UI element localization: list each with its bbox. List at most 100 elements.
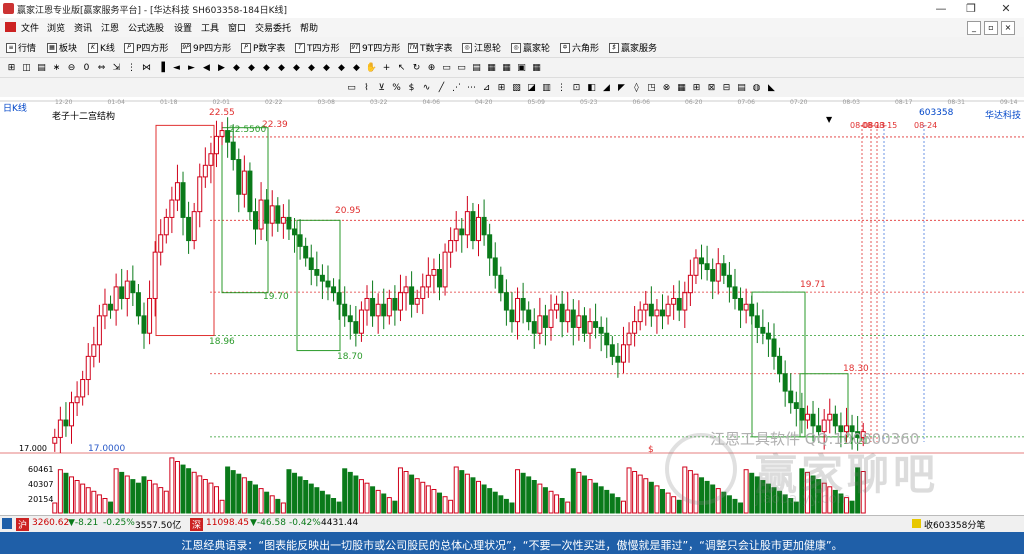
- draw-tool-8-icon[interactable]: ⋮: [125, 61, 138, 74]
- toolbar-9p-square[interactable]: 9P 9P四方形: [181, 41, 231, 54]
- draw-tool-28-icon[interactable]: ⊕: [425, 61, 438, 74]
- indicator-tool-23-icon[interactable]: ⊞: [690, 81, 703, 94]
- indicator-tool-16-icon[interactable]: ◧: [585, 81, 598, 94]
- draw-tool-25-icon[interactable]: +: [380, 61, 393, 74]
- draw-tool-35-icon[interactable]: ▦: [530, 61, 543, 74]
- indicator-tool-15-icon[interactable]: ⊡: [570, 81, 583, 94]
- draw-tool-11-icon[interactable]: ◄: [170, 61, 183, 74]
- draw-tool-19-icon[interactable]: ◆: [290, 61, 303, 74]
- draw-tool-34-icon[interactable]: ▣: [515, 61, 528, 74]
- toolbar-p-square[interactable]: P P四方形: [124, 41, 168, 54]
- toolbar-hexagon[interactable]: ✡ 六角形: [560, 41, 599, 54]
- draw-tool-31-icon[interactable]: ▤: [470, 61, 483, 74]
- draw-tool-29-icon[interactable]: ▭: [440, 61, 453, 74]
- toolbar-winner-wheel[interactable]: ◎ 赢家轮: [511, 41, 550, 54]
- indicator-tool-28-icon[interactable]: ◣: [765, 81, 778, 94]
- status-right-text[interactable]: 收603358分笔: [924, 518, 985, 531]
- indicator-tool-18-icon[interactable]: ◤: [615, 81, 628, 94]
- toolbar-t-table[interactable]: TN T数字表: [408, 41, 453, 54]
- draw-tool-33-icon[interactable]: ▦: [500, 61, 513, 74]
- draw-tool-3-icon[interactable]: ∗: [50, 61, 63, 74]
- draw-tool-17-icon[interactable]: ◆: [260, 61, 273, 74]
- toolbar-service[interactable]: $ 赢家服务: [609, 41, 657, 54]
- draw-tool-27-icon[interactable]: ↻: [410, 61, 423, 74]
- menu-file[interactable]: 文件: [21, 21, 39, 34]
- indicator-tool-8-icon[interactable]: ⋯: [465, 81, 478, 94]
- draw-tool-21-icon[interactable]: ◆: [320, 61, 333, 74]
- indicator-tool-9-icon[interactable]: ⊿: [480, 81, 493, 94]
- draw-tool-15-icon[interactable]: ◆: [230, 61, 243, 74]
- draw-tool-4-icon[interactable]: ⊖: [65, 61, 78, 74]
- mdi-close-button[interactable]: ×: [1001, 21, 1015, 35]
- indicator-tool-25-icon[interactable]: ⊟: [720, 81, 733, 94]
- draw-tool-20-icon[interactable]: ◆: [305, 61, 318, 74]
- indicator-tool-7-icon[interactable]: ⋰: [450, 81, 463, 94]
- indicator-tool-24-icon[interactable]: ⊠: [705, 81, 718, 94]
- mdi-minimize-button[interactable]: _: [967, 21, 981, 35]
- draw-tool-12-icon[interactable]: ►: [185, 61, 198, 74]
- menu-tools[interactable]: 工具: [201, 21, 219, 34]
- draw-tool-22-icon[interactable]: ◆: [335, 61, 348, 74]
- draw-tool-6-icon[interactable]: ⇔: [95, 61, 108, 74]
- draw-tool-5-icon[interactable]: 0: [80, 61, 93, 74]
- indicator-tool-17-icon[interactable]: ◢: [600, 81, 613, 94]
- draw-tool-1-icon[interactable]: ◫: [20, 61, 33, 74]
- chevron-down-icon[interactable]: ▼: [826, 115, 832, 124]
- toolbar-9t-square[interactable]: 9T 9T四方形: [350, 41, 400, 54]
- draw-tool-13-icon[interactable]: ◀: [200, 61, 213, 74]
- menu-help[interactable]: 帮助: [300, 21, 318, 34]
- draw-tool-18-icon[interactable]: ◆: [275, 61, 288, 74]
- menu-trade[interactable]: 交易委托: [255, 21, 291, 34]
- close-button[interactable]: ✕: [991, 0, 1021, 18]
- indicator-tool-22-icon[interactable]: ▦: [675, 81, 688, 94]
- draw-tool-0-icon[interactable]: ⊞: [5, 61, 18, 74]
- draw-tool-24-icon[interactable]: ✋: [365, 61, 378, 74]
- toolbar-p-table[interactable]: P P数字表: [241, 41, 285, 54]
- sz-index[interactable]: 11098.45: [206, 518, 249, 528]
- mdi-restore-button[interactable]: ▫: [984, 21, 998, 35]
- indicator-tool-19-icon[interactable]: ◊: [630, 81, 643, 94]
- draw-tool-32-icon[interactable]: ▦: [485, 61, 498, 74]
- indicator-tool-27-icon[interactable]: ◍: [750, 81, 763, 94]
- indicator-tool-6-icon[interactable]: ╱: [435, 81, 448, 94]
- draw-tool-16-icon[interactable]: ◆: [245, 61, 258, 74]
- indicator-tool-10-icon[interactable]: ⊞: [495, 81, 508, 94]
- sh-index[interactable]: 3260.62: [32, 518, 69, 528]
- indicator-tool-5-icon[interactable]: ∿: [420, 81, 433, 94]
- menu-gann[interactable]: 江恩: [101, 21, 119, 34]
- draw-tool-9-icon[interactable]: ⋈: [140, 61, 153, 74]
- draw-tool-10-icon[interactable]: ▐: [155, 61, 168, 74]
- toolbar-t-square[interactable]: T T四方形: [295, 41, 340, 54]
- menu-settings[interactable]: 设置: [174, 21, 192, 34]
- indicator-tool-14-icon[interactable]: ⋮: [555, 81, 568, 94]
- indicator-tool-1-icon[interactable]: ⌇: [360, 81, 373, 94]
- indicator-tool-4-icon[interactable]: $: [405, 81, 418, 94]
- draw-tool-14-icon[interactable]: ▶: [215, 61, 228, 74]
- minimize-button[interactable]: —: [926, 0, 956, 18]
- indicator-tool-13-icon[interactable]: ▥: [540, 81, 553, 94]
- maximize-button[interactable]: ❐: [956, 0, 986, 18]
- indicator-tool-2-icon[interactable]: ⊻: [375, 81, 388, 94]
- indicator-tool-3-icon[interactable]: %: [390, 81, 403, 94]
- indicator-tool-21-icon[interactable]: ⊗: [660, 81, 673, 94]
- draw-tool-23-icon[interactable]: ◆: [350, 61, 363, 74]
- menu-browse[interactable]: 浏览: [47, 21, 65, 34]
- draw-tool-7-icon[interactable]: ⇲: [110, 61, 123, 74]
- menu-info[interactable]: 资讯: [74, 21, 92, 34]
- menu-window[interactable]: 窗口: [228, 21, 246, 34]
- indicator-tool-20-icon[interactable]: ◳: [645, 81, 658, 94]
- menu-formula[interactable]: 公式选股: [128, 21, 164, 34]
- toolbar-sectors[interactable]: ▦ 板块: [47, 41, 77, 54]
- period-label[interactable]: 日K线: [3, 101, 27, 114]
- toolbar-gann-wheel[interactable]: ◎ 江恩轮: [462, 41, 501, 54]
- draw-tool-26-icon[interactable]: ↖: [395, 61, 408, 74]
- draw-tool-30-icon[interactable]: ▭: [455, 61, 468, 74]
- toolbar-kline[interactable]: K K线: [88, 41, 115, 54]
- indicator-tool-26-icon[interactable]: ▤: [735, 81, 748, 94]
- app-menu-icon[interactable]: [5, 22, 16, 32]
- indicator-tool-12-icon[interactable]: ◪: [525, 81, 538, 94]
- indicator-tool-0-icon[interactable]: ▭: [345, 81, 358, 94]
- toolbar-quotes[interactable]: ≡ 行情: [6, 41, 36, 54]
- indicator-tool-11-icon[interactable]: ▧: [510, 81, 523, 94]
- draw-tool-2-icon[interactable]: ▤: [35, 61, 48, 74]
